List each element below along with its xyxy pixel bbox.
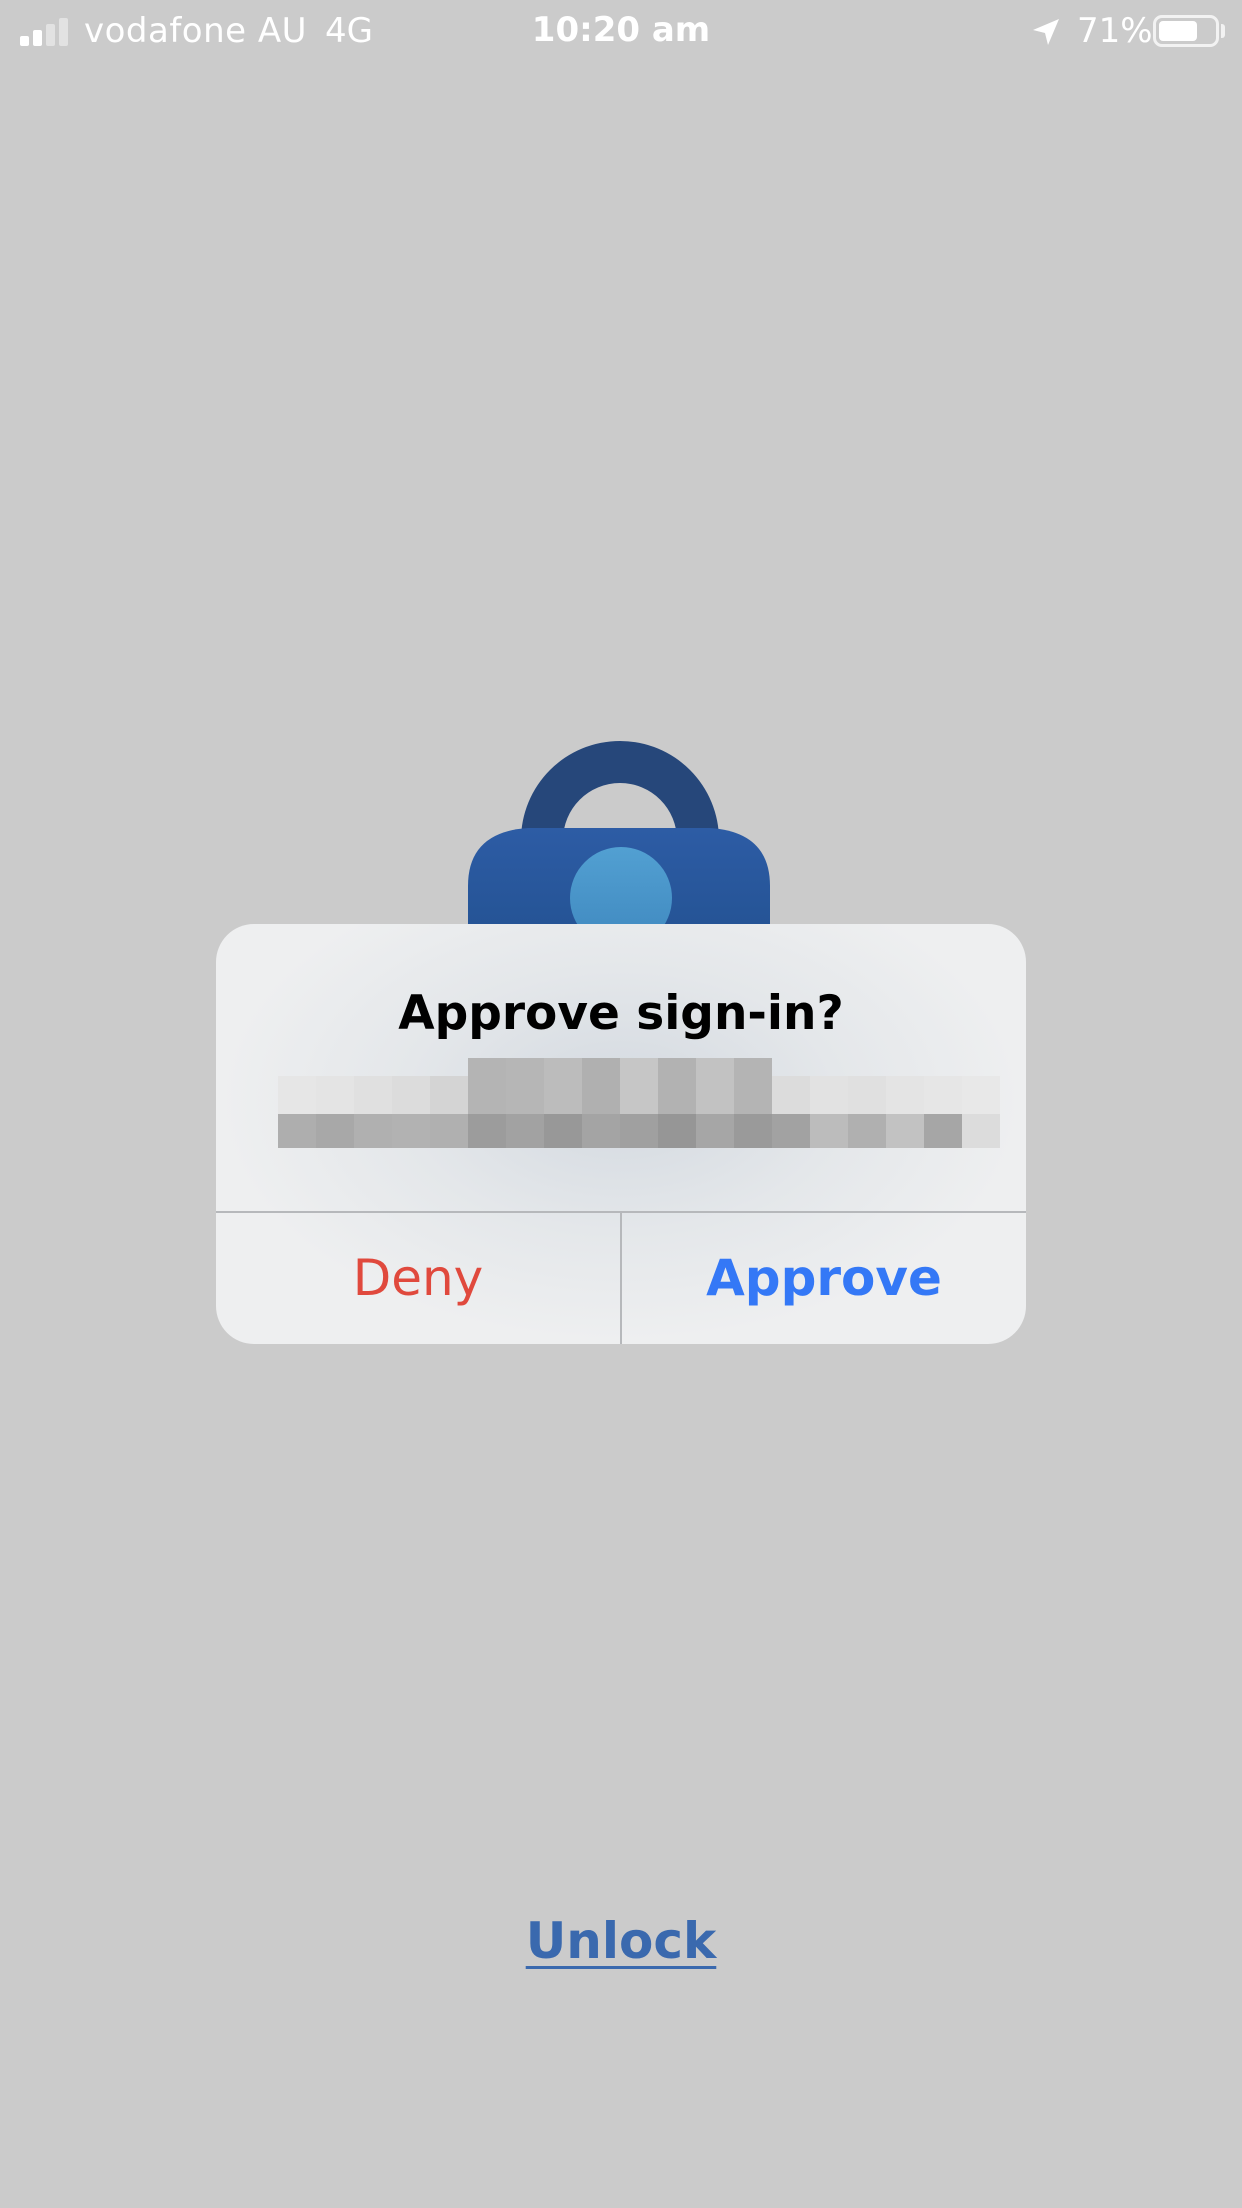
redaction-pixel [392,1114,430,1148]
redaction-pixel [772,1114,810,1148]
redaction-pixel [506,1058,544,1114]
redaction-pixel [810,1076,848,1114]
battery-cap [1221,24,1225,38]
redaction-pixel [468,1058,506,1114]
redaction-pixel [468,1114,506,1148]
redaction-pixel [582,1114,620,1148]
redacted-sign-in-details [278,1058,1000,1152]
redaction-pixel [620,1058,658,1114]
redaction-pixel [658,1114,696,1148]
redaction-pixel [506,1114,544,1148]
redaction-pixel [924,1076,962,1114]
redaction-pixel [962,1114,1000,1148]
redaction-pixel [734,1058,772,1114]
redaction-pixel [696,1058,734,1114]
redaction-pixel [658,1058,696,1114]
approve-button[interactable]: Approve [622,1213,1026,1344]
battery-level-fill [1159,21,1197,41]
redaction-pixel [278,1114,316,1148]
redaction-pixel [848,1076,886,1114]
battery-icon [1153,15,1219,47]
redaction-pixel [278,1076,316,1114]
redaction-pixel [392,1076,430,1114]
unlock-link[interactable]: Unlock [0,1912,1242,1970]
redaction-pixel [316,1076,354,1114]
approve-sign-in-alert: Approve sign-in? Deny Approve [216,924,1026,1344]
redaction-pixel [810,1114,848,1148]
alert-title: Approve sign-in? [398,986,844,1041]
status-bar: vodafone AU 4G 10:20 am 71% [0,0,1242,62]
redaction-pixel [316,1114,354,1148]
redaction-pixel [620,1114,658,1148]
redaction-pixel [582,1058,620,1114]
redaction-pixel [544,1114,582,1148]
redaction-pixel [772,1076,810,1114]
redaction-pixel [544,1058,582,1114]
redaction-pixel [962,1076,1000,1114]
redaction-pixel [886,1076,924,1114]
redaction-pixel [924,1114,962,1148]
deny-button[interactable]: Deny [216,1213,620,1344]
redaction-pixel [354,1076,392,1114]
redaction-pixel [354,1114,392,1148]
redaction-pixel [430,1076,468,1114]
redaction-pixel [734,1114,772,1148]
redaction-pixel [848,1114,886,1148]
padlock-icon [468,741,770,936]
location-arrow-icon [1033,19,1059,45]
redaction-pixel [696,1114,734,1148]
redaction-pixel [886,1114,924,1148]
redaction-pixel [430,1114,468,1148]
battery-percent: 71% [1077,11,1153,51]
